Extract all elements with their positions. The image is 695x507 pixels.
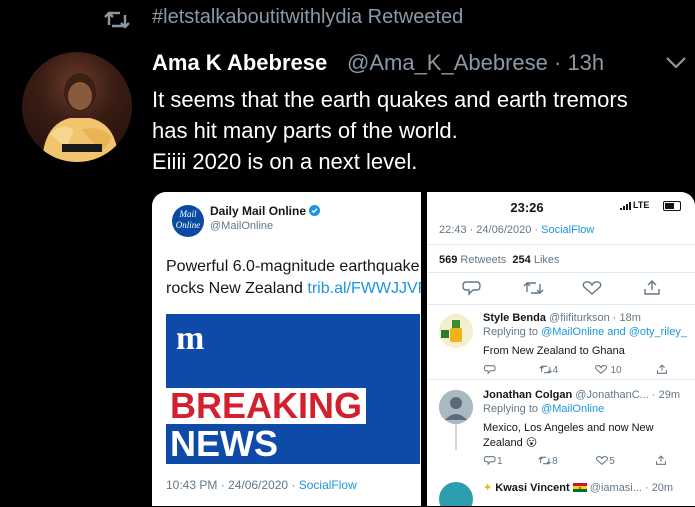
avatar-photo [42, 73, 118, 162]
verified-badge-icon [309, 205, 321, 216]
replying-to-prefix: Replying to [483, 326, 542, 338]
source-link: trib.al/FWWJJVR [307, 280, 421, 297]
thread-line [455, 424, 457, 450]
engagement-stats: 569 Retweets 254 Likes [439, 254, 560, 266]
replying-to-prefix: Replying to [483, 403, 542, 415]
crown-icon: ✦ [483, 482, 493, 494]
reply-author-name: Style Benda [483, 312, 546, 324]
reply-author-meta: @fiifiturkson · 18m [549, 312, 641, 324]
daily-mail-logo: Mail Online [172, 205, 204, 237]
source-app: SocialFlow [298, 478, 357, 492]
likes-count: 254 [512, 254, 531, 266]
source-tweet-text: Powerful 6.0-magnitude earthquake rocks … [166, 256, 421, 300]
reply-like-count: 10 [610, 365, 622, 376]
replying-to: Replying to @MailOnline and @oty_riley_ [483, 326, 687, 338]
heart-icon [594, 365, 607, 374]
reply-author: Style Benda @fiifiturkson · 18m [483, 312, 641, 324]
tweet-text-line: Eiiii 2020 is on a next level. [152, 149, 418, 174]
share-icon [656, 455, 667, 465]
reply-like-count: 5 [609, 456, 615, 467]
reply-icon [462, 281, 481, 296]
divider [427, 379, 695, 380]
ghana-flag-icon: ★ [572, 483, 587, 492]
heart-icon [596, 456, 609, 465]
battery-icon [663, 201, 681, 211]
reply-author: ✦ Kwasi Vincent ★ @iamasi... · 20m [483, 481, 673, 494]
tweet-date-source: SocialFlow [541, 224, 595, 236]
source-time-text: 10:43 PM · 24/06/2020 · [166, 478, 299, 492]
likes-label: Likes [533, 254, 560, 266]
media-image-daily-mail[interactable]: Mail Online Daily Mail Online @MailOnlin… [152, 192, 421, 506]
reply-retweet-count: 8 [552, 456, 558, 467]
tweet-date-text: 22:43 · 24/06/2020 · [439, 224, 542, 236]
divider [427, 244, 695, 245]
news-label: NEWS [166, 426, 282, 462]
tweet-text-line: It seems that the earth quakes and earth… [152, 87, 628, 112]
reply-body: From New Zealand to Ghana [483, 345, 625, 357]
retweets-label: Retweets [460, 254, 507, 266]
replying-to: Replying to @MailOnline [483, 403, 604, 415]
media-image-replies[interactable]: 23:26 LTE 22:43 · 24/06/2020 · SocialFlo… [427, 192, 695, 506]
retweet-icon [104, 11, 130, 29]
daily-mail-logo-bottom: Online [175, 220, 201, 230]
source-tweet-line: rocks New Zealand [166, 280, 303, 297]
share-icon [644, 280, 660, 295]
divider [427, 304, 695, 305]
reply-body: Mexico, Los Angeles and now New [483, 422, 654, 434]
reply-actions: 4 10 [483, 364, 669, 376]
source-tweet-line: Powerful 6.0-magnitude earthquake [166, 258, 420, 275]
reply-author-meta: @iamasi... · 20m [589, 482, 674, 494]
tweet-text-line: has hit many parts of the world. [152, 118, 458, 143]
reply-icon [483, 365, 496, 375]
network-label: LTE [633, 200, 650, 210]
retweeted-by-label[interactable]: #letstalkaboutitwithlydia Retweeted [152, 6, 463, 29]
retweet-icon [538, 456, 552, 465]
daily-mail-logo-top: Mail [179, 209, 197, 219]
reply-retweet-count: 4 [552, 365, 559, 376]
reply-author-name: Jonathan Colgan [483, 389, 573, 401]
source-name: Daily Mail Online [210, 204, 321, 218]
reply-author: Jonathan Colgan @JonathanC... · 29m [483, 389, 680, 401]
author-handle-time[interactable]: @Ama_K_Abebrese · 13h [347, 50, 604, 76]
source-name-text: Daily Mail Online [210, 204, 307, 218]
daily-mail-m-logo: m [176, 320, 205, 357]
heart-icon [582, 281, 602, 295]
retweets-count: 569 [439, 254, 458, 266]
reply-avatar [439, 482, 473, 506]
chevron-down-icon[interactable] [665, 56, 687, 70]
source-timestamp: 10:43 PM · 24/06/2020 · SocialFlow [166, 478, 357, 492]
share-icon [657, 364, 668, 374]
retweet-icon [538, 365, 552, 374]
default-avatar-icon [439, 390, 473, 424]
reply-actions: 1 8 5 [483, 455, 668, 467]
breaking-label: BREAKING [166, 388, 367, 424]
replying-to-handles: @MailOnline and @oty_riley_ [541, 326, 687, 338]
tweet-date: 22:43 · 24/06/2020 · SocialFlow [439, 224, 594, 236]
signal-icon [620, 202, 631, 210]
source-handle: @MailOnline [210, 220, 274, 232]
status-bar-time: 23:26 [510, 200, 544, 215]
reply-body: Zealand 😮 [483, 437, 538, 449]
reply-avatar [439, 314, 473, 348]
tweet-text: It seems that the earth quakes and earth… [152, 84, 695, 177]
reply-author-name: Kwasi Vincent [495, 482, 570, 494]
replying-to-handles: @MailOnline [541, 403, 605, 415]
divider [427, 272, 695, 273]
reply-author-meta: @JonathanC... · 29m [575, 389, 681, 401]
avatar[interactable] [22, 52, 132, 162]
reply-avatar [439, 390, 473, 424]
retweet-icon [523, 282, 544, 294]
author-name[interactable]: Ama K Abebrese [152, 50, 327, 76]
svg-text:★: ★ [578, 486, 581, 490]
reply-icon [483, 456, 496, 466]
reply-avatar-image [439, 314, 473, 348]
reply-reply-count: 1 [497, 456, 503, 467]
